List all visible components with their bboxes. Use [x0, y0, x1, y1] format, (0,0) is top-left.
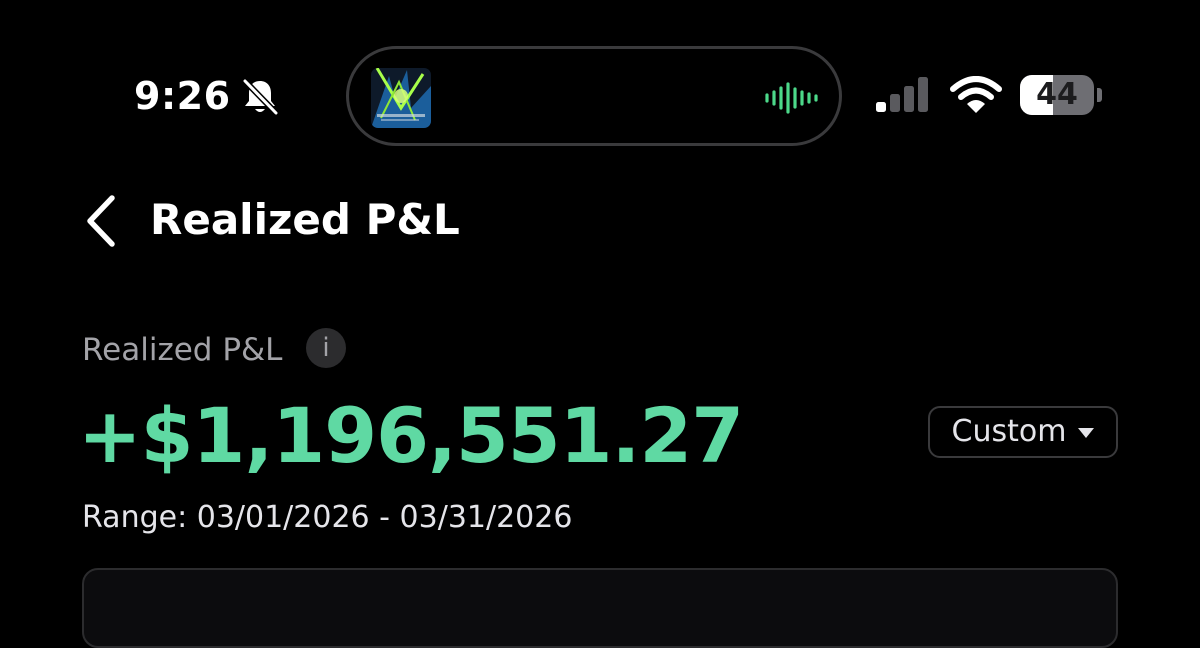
range-dropdown-label: Custom — [951, 414, 1067, 449]
wifi-icon — [950, 76, 1002, 113]
realized-pnl-value: +$1,196,551.27 — [78, 391, 744, 480]
date-range-text: Range: 03/01/2026 - 03/31/2026 — [82, 500, 573, 535]
album-art-thumbnail[interactable] — [371, 68, 431, 128]
details-card — [82, 568, 1118, 648]
status-time: 9:26 — [134, 74, 231, 118]
battery-percent: 44 — [1036, 77, 1078, 112]
page-title: Realized P&L — [150, 195, 460, 244]
battery-cap — [1097, 88, 1102, 102]
bell-slash-icon — [242, 78, 279, 116]
range-dropdown[interactable]: Custom — [928, 406, 1118, 458]
audio-waveform-icon — [765, 82, 818, 114]
chevron-left-icon[interactable] — [80, 194, 122, 248]
dynamic-island[interactable] — [346, 46, 842, 146]
cellular-signal-icon — [876, 77, 928, 112]
realized-pnl-label: Realized P&L — [82, 332, 283, 368]
caret-down-icon — [1078, 428, 1095, 438]
battery-indicator: 44 — [1020, 75, 1102, 115]
info-icon[interactable]: i — [306, 328, 346, 368]
